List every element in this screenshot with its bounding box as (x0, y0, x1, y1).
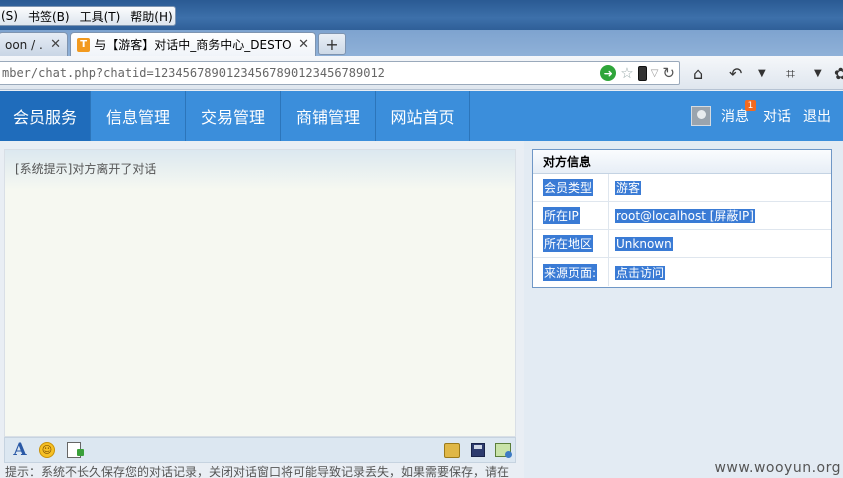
tab-strip: oon / ... ✕ T 与【游客】对话中_商务中心_DESTO... ✕ + (0, 30, 843, 56)
menu-item-help[interactable]: 帮助(H) (126, 8, 178, 25)
watermark: www.wooyun.org (714, 460, 841, 476)
image-icon[interactable] (494, 441, 512, 459)
close-icon[interactable]: ✕ (298, 37, 309, 52)
avatar[interactable] (691, 106, 711, 126)
chat-link[interactable]: 对话 (763, 106, 791, 126)
nav-home[interactable]: 网站首页 (376, 91, 470, 141)
new-tab-button[interactable]: + (318, 33, 346, 55)
save-icon[interactable] (469, 441, 487, 459)
message-count-badge: 1 (745, 100, 756, 111)
tab-1[interactable]: oon / ... ✕ (0, 32, 68, 56)
chevron-down-icon[interactable]: ▼ (814, 68, 822, 79)
tab-title: 与【游客】对话中_商务中心_DESTO... (94, 38, 293, 52)
chevron-down-icon[interactable]: ▽ (651, 68, 659, 79)
menu-item-tools[interactable]: 工具(T) (76, 8, 127, 25)
crop-icon[interactable]: ⌗ (786, 64, 795, 84)
messages-link[interactable]: 消息 1 (721, 100, 756, 126)
font-icon[interactable]: A (11, 440, 29, 460)
save-hint: 提示：系统不长久保存您的对话记录，关闭对话窗口将可能导致记录丢失，如果需要保存，… (5, 465, 510, 478)
nav-member-service[interactable]: 会员服务 (0, 91, 91, 141)
system-message: [系统提示]对方离开了对话 (15, 162, 157, 176)
source-page-link[interactable]: 点击访问 (615, 265, 666, 280)
tab-title: oon / ... (5, 37, 44, 52)
chat-log: [系统提示]对方离开了对话 (4, 149, 516, 437)
info-value: 游客 (615, 181, 642, 195)
info-label: 所在IP (543, 207, 580, 224)
menu-item-bookmarks[interactable]: 书签(B) (24, 8, 76, 25)
url-text[interactable]: mber/chat.php?chatid=1234567890123456789… (0, 66, 600, 80)
chat-toolbar: A ☺ (4, 437, 516, 463)
close-icon[interactable]: ✕ (50, 37, 61, 52)
emoticon-icon[interactable]: ☺ (38, 441, 56, 459)
panel-title: 对方信息 (533, 150, 831, 174)
info-row-source-page: 来源页面: 点击访问 (533, 258, 831, 286)
menu-bar: (S) 书签(B) 工具(T) 帮助(H) (0, 0, 843, 30)
phone-icon[interactable] (637, 65, 647, 81)
star-icon[interactable]: ☆ (620, 64, 633, 82)
nav-trade-management[interactable]: 交易管理 (186, 91, 281, 141)
undo-icon[interactable]: ↶ (729, 64, 742, 83)
chat-history-icon[interactable] (443, 441, 461, 459)
nav-info-management[interactable]: 信息管理 (91, 91, 186, 141)
favicon-icon: T (77, 37, 91, 52)
info-row-member-type: 会员类型 游客 (533, 173, 831, 202)
info-label: 会员类型 (543, 179, 594, 196)
site-header: 会员服务 信息管理 交易管理 商铺管理 网站首页 消息 1 对话 退出 (0, 91, 843, 141)
menu-group: (S) 书签(B) 工具(T) 帮助(H) (0, 6, 176, 26)
info-label: 所在地区 (543, 235, 594, 252)
nav-shop-management[interactable]: 商铺管理 (281, 91, 376, 141)
nav-bar: mber/chat.php?chatid=1234567890123456789… (0, 56, 843, 90)
peer-info-panel: 对方信息 会员类型 游客 所在IP root@localhost [屏蔽IP] … (532, 149, 832, 288)
send-file-icon[interactable] (65, 441, 84, 459)
info-value: Unknown (615, 236, 673, 251)
go-icon[interactable]: ➜ (600, 65, 617, 81)
address-bar[interactable]: mber/chat.php?chatid=1234567890123456789… (0, 61, 680, 85)
info-value: root@localhost [屏蔽IP] (615, 209, 755, 223)
info-row-region: 所在地区 Unknown (533, 229, 831, 258)
extension-icon[interactable]: ✿ (834, 64, 843, 83)
menu-item-history[interactable]: (S) (0, 9, 24, 23)
info-row-ip: 所在IP root@localhost [屏蔽IP] (533, 201, 831, 230)
home-icon[interactable]: ⌂ (693, 64, 703, 83)
tab-2[interactable]: T 与【游客】对话中_商务中心_DESTO... ✕ (70, 32, 316, 56)
messages-label: 消息 (721, 109, 749, 125)
logout-link[interactable]: 退出 (803, 106, 831, 126)
chevron-down-icon[interactable]: ▼ (758, 68, 766, 79)
info-label: 来源页面: (543, 263, 598, 281)
reload-icon[interactable]: ↻ (662, 64, 675, 82)
